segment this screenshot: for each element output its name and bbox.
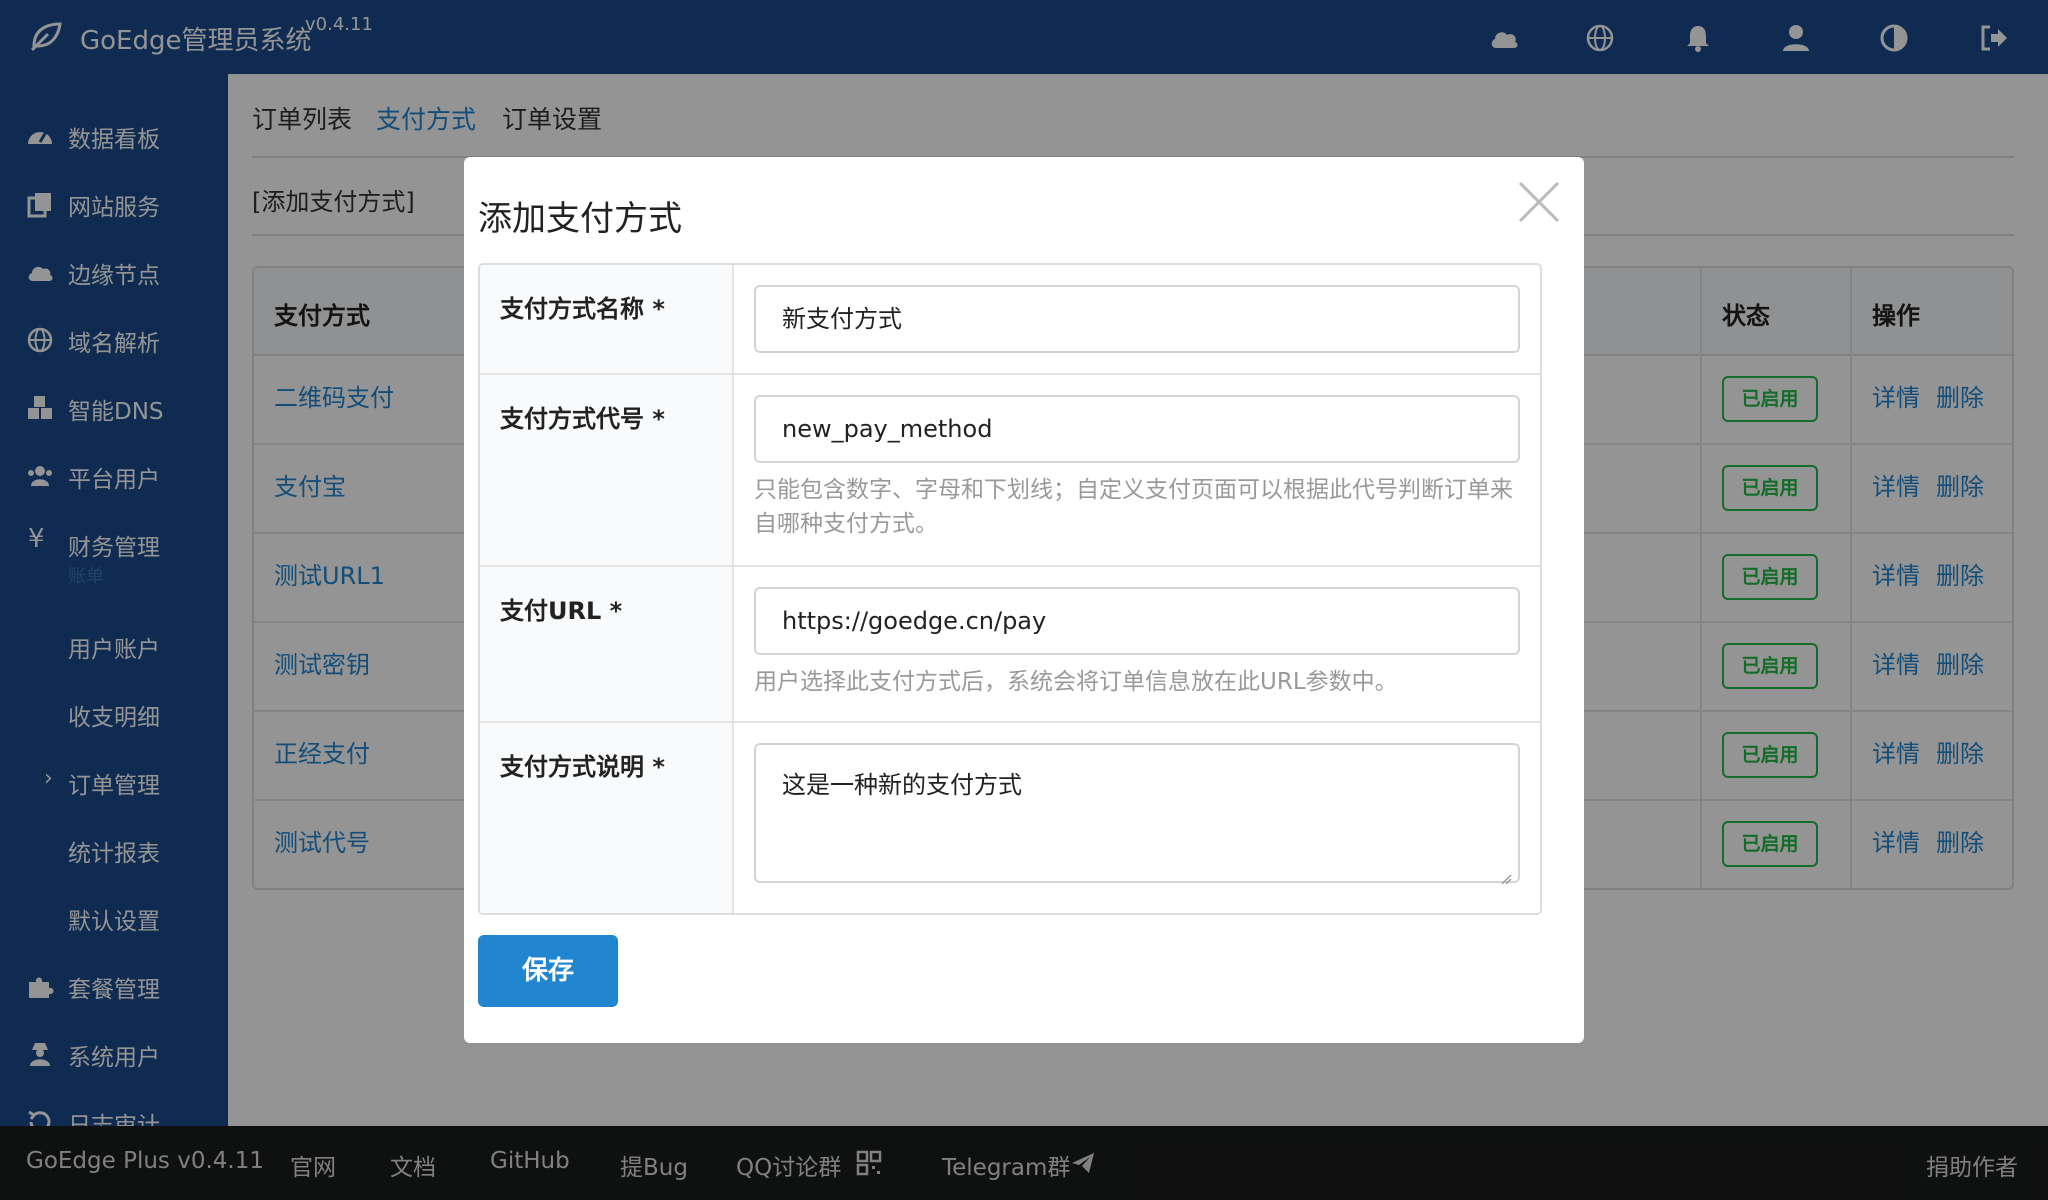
payment-name-input[interactable]: 新支付方式: [754, 285, 1520, 353]
add-payment-method-modal: 添加支付方式 支付方式名称 * 新支付方式 支付方式代号 * new_pay_m…: [464, 157, 1584, 1043]
description-label: 支付方式说明 *: [500, 753, 665, 781]
name-label: 支付方式名称 *: [500, 295, 665, 323]
description-value: 这是一种新的支付方式: [782, 771, 1022, 799]
payment-url-input[interactable]: https://goedge.cn/pay: [754, 587, 1520, 655]
form-row-url: 支付URL * https://goedge.cn/pay 用户选择此支付方式后…: [480, 567, 1540, 723]
code-help-text: 只能包含数字、字母和下划线；自定义支付页面可以根据此代号判断订单来自哪种支付方式…: [754, 477, 1513, 537]
payment-method-form: 支付方式名称 * 新支付方式 支付方式代号 * new_pay_method 只…: [478, 263, 1542, 915]
form-row-name: 支付方式名称 * 新支付方式: [480, 265, 1540, 375]
modal-title: 添加支付方式: [478, 199, 682, 239]
payment-code-input[interactable]: new_pay_method: [754, 395, 1520, 463]
url-label: 支付URL *: [500, 597, 623, 625]
form-row-code: 支付方式代号 * new_pay_method 只能包含数字、字母和下划线；自定…: [480, 375, 1540, 567]
close-icon[interactable]: [1516, 179, 1562, 225]
resize-handle-icon[interactable]: [1500, 863, 1512, 885]
url-help-text: 用户选择此支付方式后，系统会将订单信息放在此URL参数中。: [754, 669, 1398, 695]
form-row-description: 支付方式说明 * 这是一种新的支付方式: [480, 723, 1540, 913]
save-button[interactable]: 保存: [478, 935, 618, 1007]
payment-description-textarea[interactable]: 这是一种新的支付方式: [754, 743, 1520, 885]
code-label: 支付方式代号 *: [500, 405, 665, 433]
